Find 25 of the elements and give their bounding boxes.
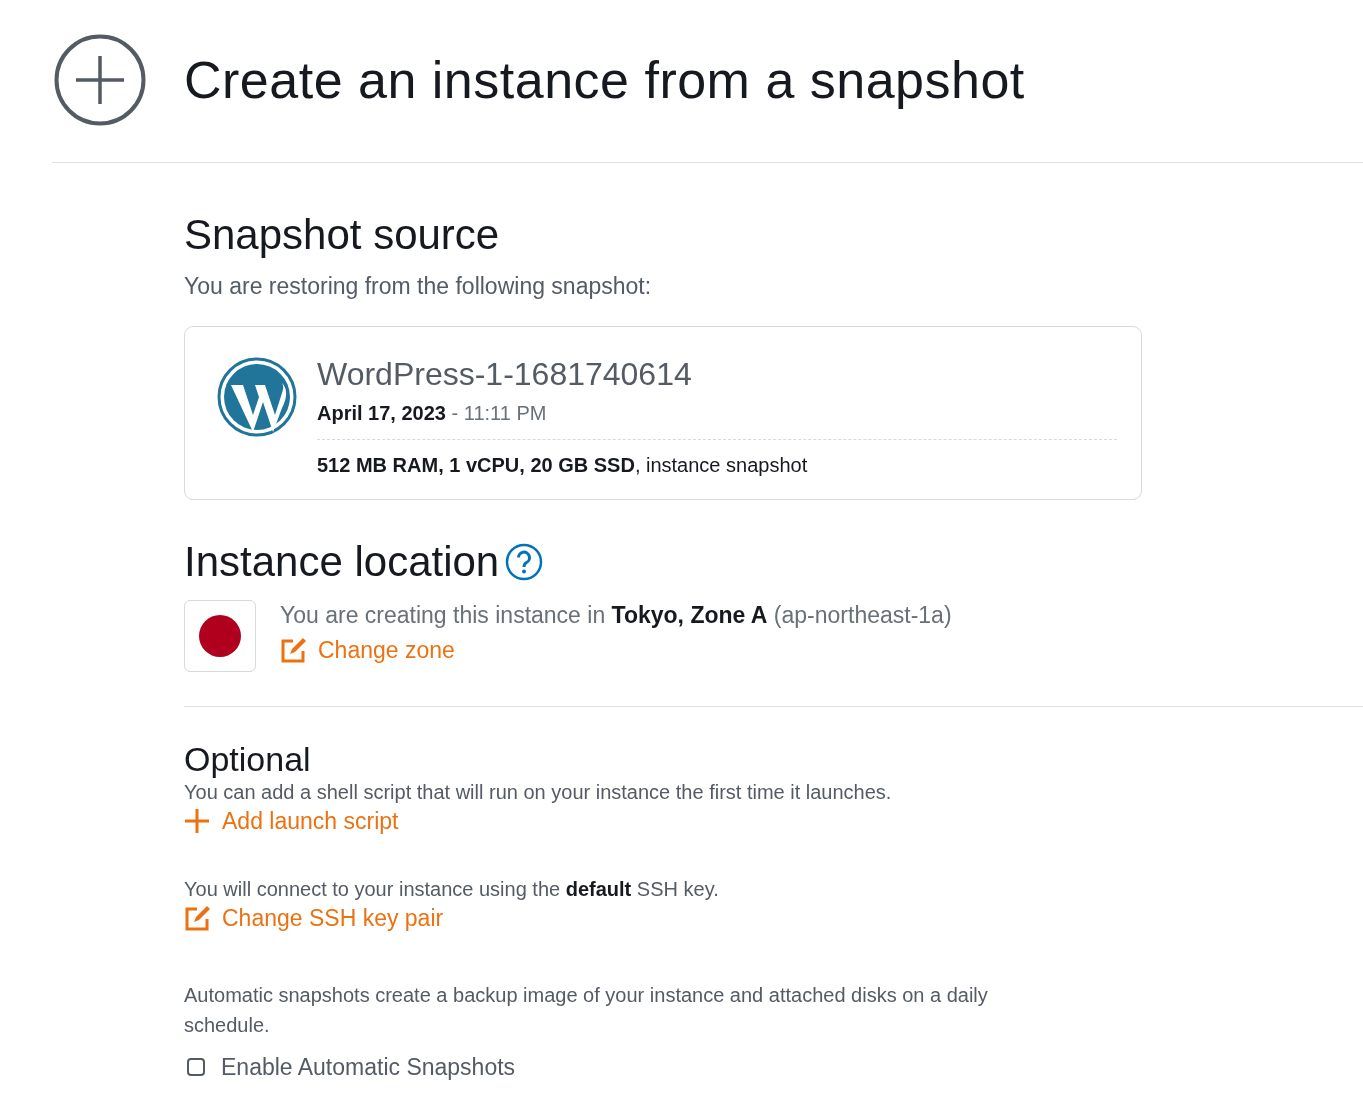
- snapshot-name: WordPress-1-1681740614: [317, 357, 693, 393]
- flag-icon: [199, 615, 241, 658]
- auto-snapshots-checkbox[interactable]: Enable Automatic Snapshots: [184, 1053, 1363, 1081]
- checkbox[interactable]: [187, 1058, 205, 1077]
- description-text: You can add a shell script that will run on your instance the first time it launches.: [184, 780, 893, 804]
- description-text: Automatic snapshots create a backup image of your instance and attached disks on a daily schedule.: [184, 982, 989, 1038]
- snapshot-specs: 512 MB RAM, 1 vCPU, 20 GB SSD, instance snapshot: [317, 454, 809, 478]
- checkbox-label[interactable]: Enable Automatic Snapshots: [221, 1053, 516, 1081]
- add-circle-icon: [54, 34, 146, 126]
- intro-text: You are restoring from the following snapshot:: [184, 273, 653, 300]
- change-zone-link[interactable]: Change zone: [280, 637, 455, 665]
- help-icon[interactable]: [505, 543, 544, 582]
- description-text: You will connect to your instance using the default SSH key.: [184, 878, 720, 902]
- section-heading: Instance location: [184, 538, 500, 587]
- edit-icon: [184, 905, 210, 932]
- edit-icon: [280, 637, 306, 664]
- plus-icon: [184, 808, 210, 835]
- location-text: You are creating this instance in Tokyo, Zone A (ap-northeast-1a): [280, 602, 952, 630]
- section-heading: Snapshot source: [184, 211, 501, 259]
- snapshot-date: April 17, 2023 - 11:11 PM: [317, 402, 548, 426]
- section-heading: Optional: [184, 741, 312, 779]
- action-link[interactable]: Add launch script: [184, 807, 399, 835]
- action-link[interactable]: Change SSH key pair: [184, 905, 444, 933]
- logo-icon: [217, 357, 297, 437]
- page-title: Create an instance from a snapshot: [184, 50, 1025, 110]
